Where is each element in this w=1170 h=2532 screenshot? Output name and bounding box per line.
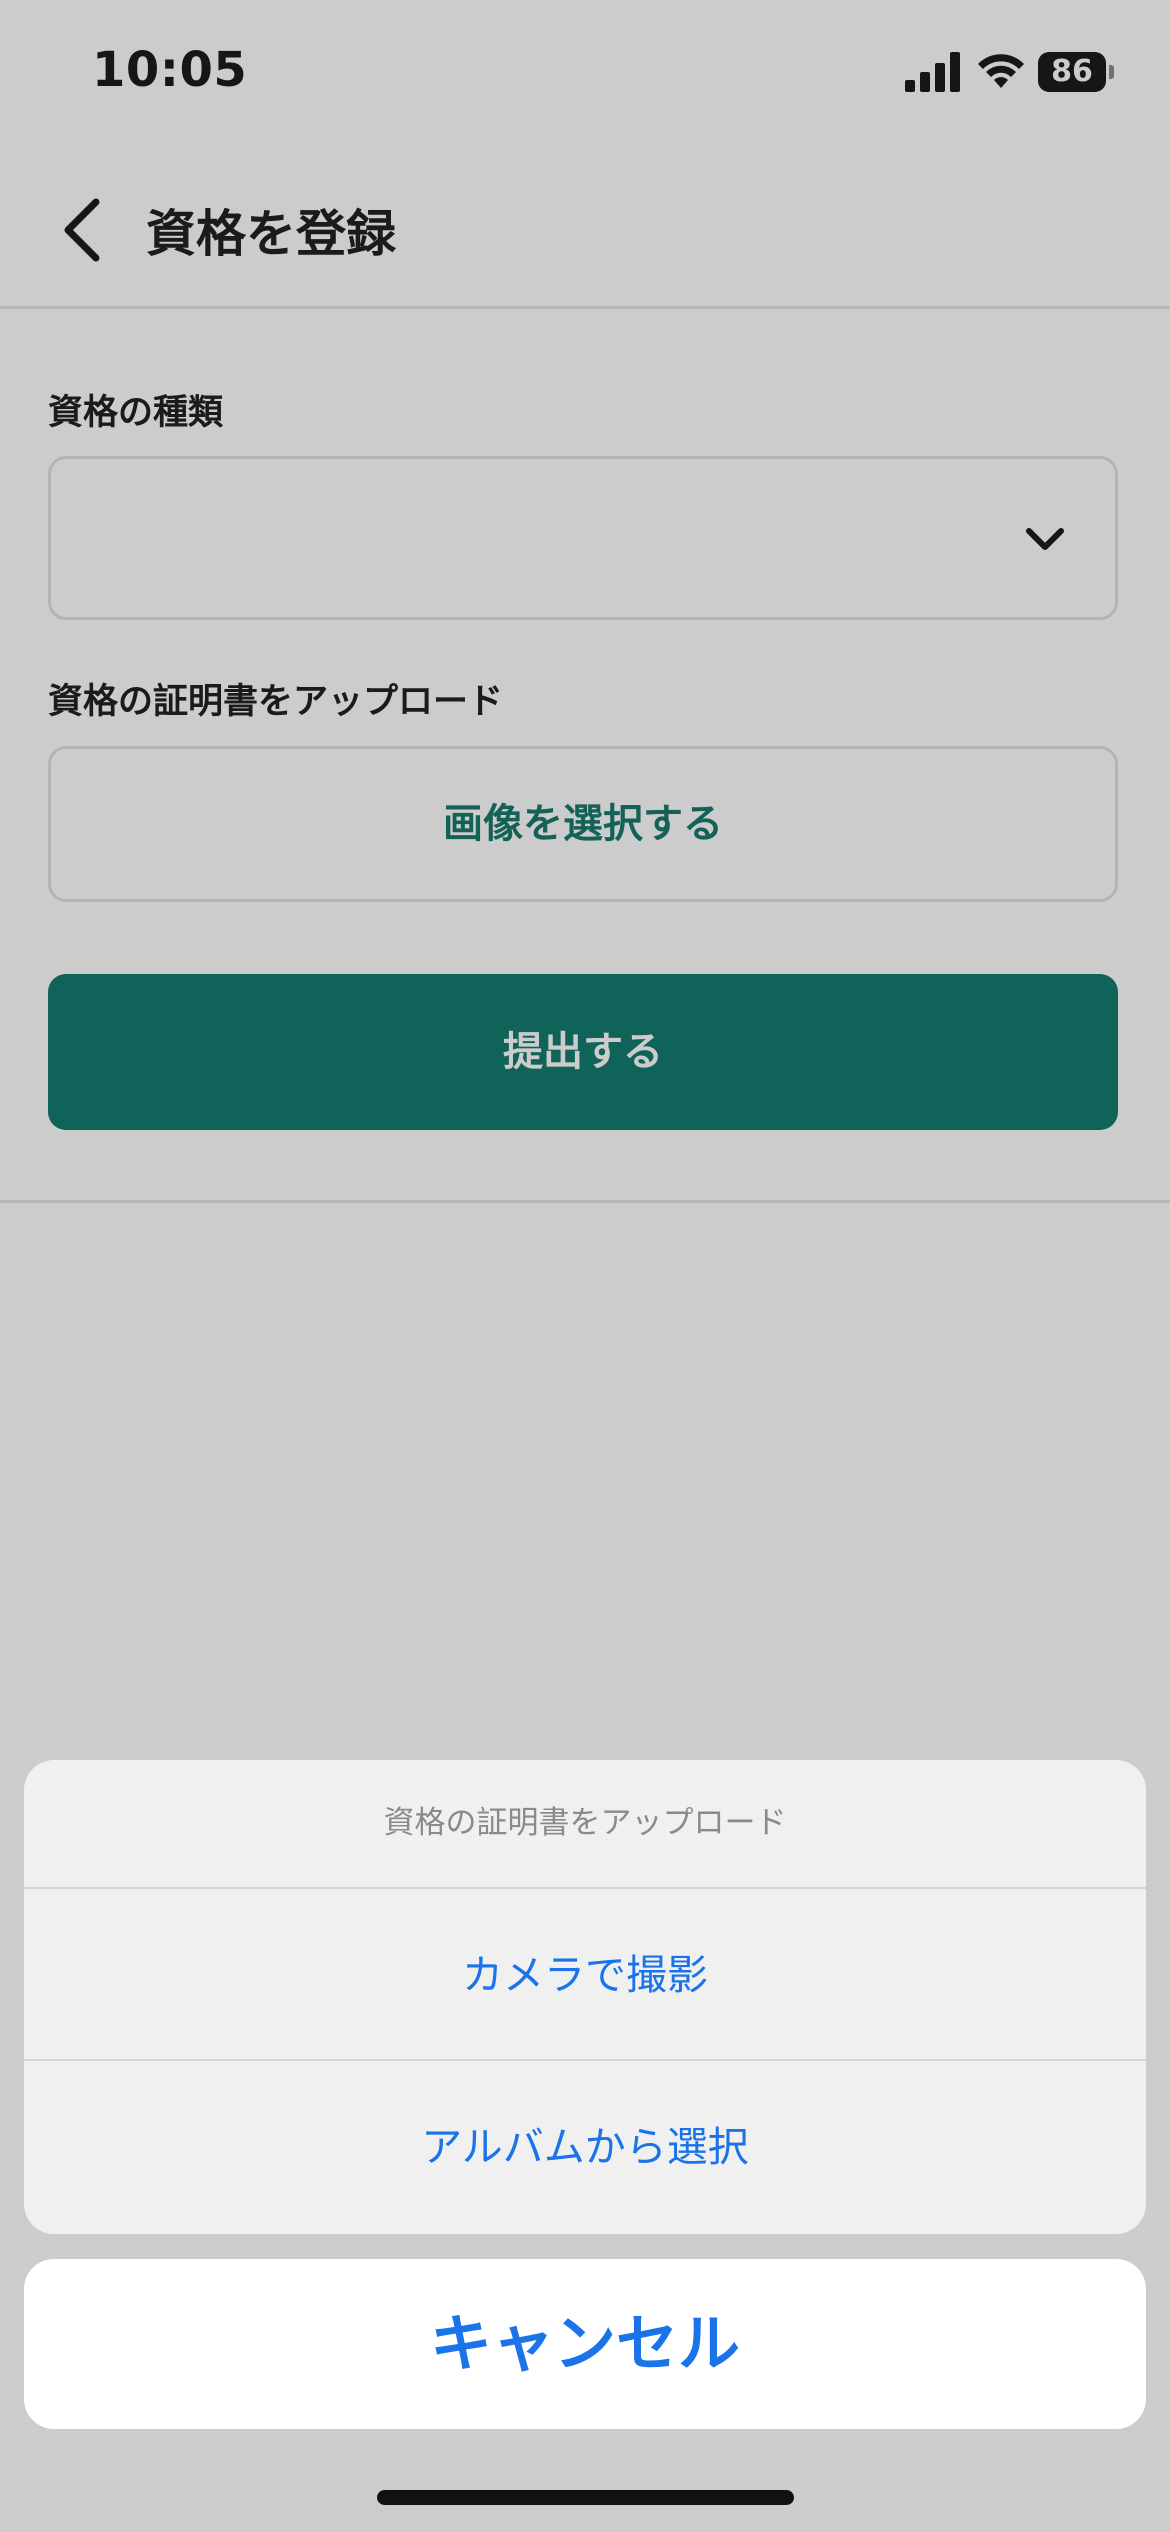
screen: 10:05 86 資格を登録 資格の種類 資格の証明書をアップロード 画像を選択… [0, 0, 1170, 2532]
action-sheet: 資格の証明書をアップロード カメラで撮影 アルバムから選択 [24, 1760, 1146, 2234]
action-sheet-title: 資格の証明書をアップロード [383, 1805, 787, 1841]
take-photo-option[interactable]: カメラで撮影 [24, 1887, 1146, 2059]
choose-from-album-option[interactable]: アルバムから選択 [24, 2059, 1146, 2231]
cancel-button[interactable]: キャンセル [24, 2259, 1146, 2429]
home-indicator [377, 2490, 794, 2505]
